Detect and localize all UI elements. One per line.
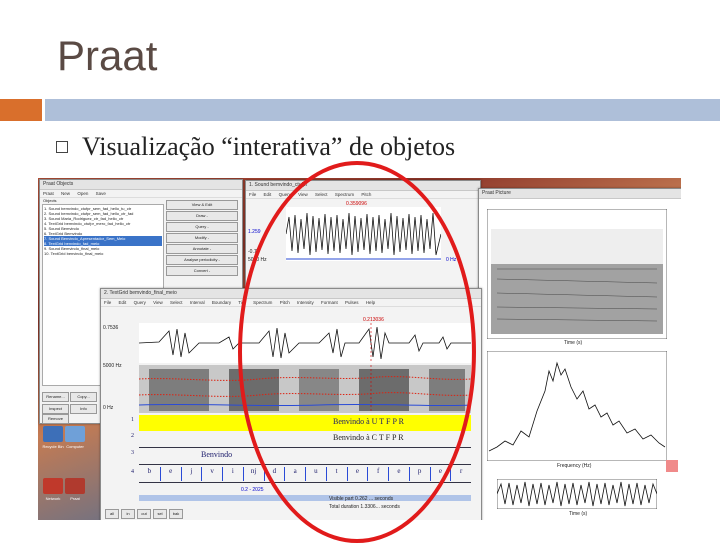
slide-title: Praat	[57, 32, 158, 79]
menu-edit[interactable]: Edit	[119, 300, 127, 305]
tier-4-segment[interactable]: r	[450, 467, 471, 481]
tier-4-segment[interactable]: v	[201, 467, 222, 481]
tier-number-4: 4	[131, 469, 134, 475]
remove-button[interactable]: Remove	[42, 414, 69, 424]
waveform-top-value: 0.7536	[103, 325, 119, 331]
menu-select[interactable]: Select	[170, 300, 183, 305]
menu-file[interactable]: File	[249, 192, 256, 197]
menu-save[interactable]: Save	[96, 191, 106, 196]
menu-open[interactable]: Open	[77, 191, 88, 196]
all-button[interactable]: all	[105, 509, 119, 519]
menu-boundary[interactable]: Boundary	[212, 300, 231, 305]
zoom-sel-button[interactable]: sel	[153, 509, 167, 519]
waveform-plot	[497, 479, 657, 509]
waveform-xlabel: Time (s)	[569, 511, 588, 517]
menu-praat[interactable]: Praat	[43, 191, 54, 196]
tier-number-1: 1	[131, 417, 134, 423]
tier-4-segment[interactable]: i	[222, 467, 243, 481]
menu-new[interactable]: New	[61, 191, 70, 196]
menu-edit[interactable]: Edit	[264, 192, 272, 197]
query-button[interactable]: Query -	[166, 222, 238, 232]
tier-4-segment[interactable]: b	[139, 467, 160, 481]
zoom-out-button[interactable]: out	[137, 509, 151, 519]
accent-bar-orange	[0, 99, 42, 121]
objects-menubar: Praat New Open Save	[40, 190, 242, 198]
freq-bottom-label: 0 Hz	[103, 405, 114, 411]
bullet-square-icon	[56, 141, 68, 153]
desktop-icon-label: Praat	[70, 496, 80, 501]
desktop-icon-label: Computer	[66, 444, 84, 449]
tier-number-3: 3	[131, 450, 134, 456]
zoom-back-button[interactable]: bak	[169, 509, 183, 519]
praat-picture-window[interactable]: Praat Picture Time (s) Frequency (Hz) Ti…	[478, 188, 681, 520]
annotate-button[interactable]: Annotate -	[166, 244, 238, 254]
menu-view[interactable]: View	[153, 300, 163, 305]
computer-icon[interactable]	[65, 426, 85, 442]
analyse-periodicity-button[interactable]: Analyse periodicity -	[166, 255, 238, 265]
draw-button[interactable]: Draw -	[166, 211, 238, 221]
objects-window-titlebar[interactable]: Praat Objects	[40, 180, 242, 190]
convert-button[interactable]: Convert -	[166, 266, 238, 276]
praat-icon[interactable]	[65, 478, 85, 494]
inspect-button[interactable]: Inspect	[42, 404, 69, 414]
tier-4-segment[interactable]: j	[180, 467, 202, 481]
spectrogram-xlabel: Time (s)	[564, 340, 583, 346]
objects-list-header: Objects	[43, 198, 57, 203]
view-edit-button[interactable]: View & Edit	[166, 200, 238, 210]
tier-number-2: 2	[131, 433, 134, 439]
bullet-text: Visualização “interativa” de objetos	[82, 132, 456, 161]
zoom-in-button[interactable]: in	[121, 509, 135, 519]
info-button[interactable]: Info	[70, 404, 97, 414]
spectrum-xlabel: Frequency (Hz)	[557, 463, 592, 469]
recycle-bin-icon[interactable]	[43, 426, 63, 442]
tier-3-text[interactable]: Benvindo	[201, 450, 232, 459]
tier-4-segment[interactable]: nj	[242, 467, 264, 481]
network-icon[interactable]	[43, 478, 63, 494]
copy-button[interactable]: Copy...	[70, 392, 97, 402]
time-axis-label: 0.2 - 2025	[241, 487, 264, 493]
menu-interval[interactable]: Interval	[190, 300, 205, 305]
freq-top-label: 5000 Hz	[103, 363, 122, 369]
spectrum-plot	[487, 351, 667, 461]
modify-button[interactable]: Modify -	[166, 233, 238, 243]
menu-query[interactable]: Query	[134, 300, 146, 305]
accent-bar-blue	[45, 99, 720, 121]
picture-window-titlebar[interactable]: Praat Picture	[479, 189, 681, 199]
sound-left-value: 1.259	[248, 229, 261, 235]
close-indicator[interactable]	[666, 460, 678, 472]
tier-4-segment[interactable]: e	[159, 467, 181, 481]
list-item[interactable]: 10. TextGrid benvindo_final_meio	[44, 251, 162, 256]
spectrogram-plot	[487, 209, 667, 339]
menu-file[interactable]: File	[104, 300, 111, 305]
rename-button[interactable]: Rename...	[42, 392, 69, 402]
highlight-ellipse	[238, 161, 476, 543]
